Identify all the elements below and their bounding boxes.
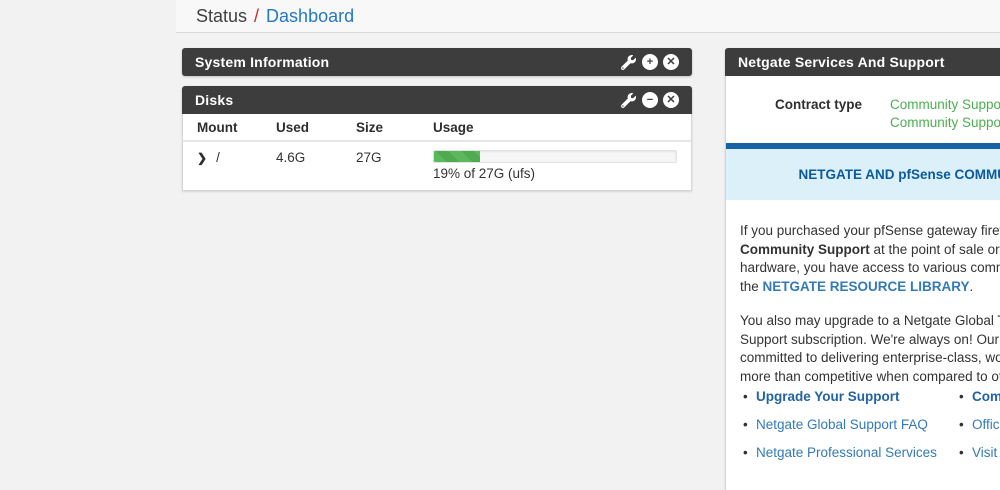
contract-type-row: Contract type Community Support Communit…	[726, 76, 1000, 143]
visit-web-site-link[interactable]: Visit our Web Site	[972, 445, 1000, 460]
disk-mount-value: /	[216, 150, 220, 165]
list-item: Official pfSense Training by Netgate	[956, 417, 1000, 432]
paragraph-line: hardware, you have access to various com…	[740, 259, 1000, 278]
minus-circle-icon[interactable]: −	[642, 92, 658, 108]
paragraph-line: Community Support at the point of sale o…	[740, 241, 1000, 260]
paragraph-line: Support subscription. We're always on! O…	[740, 331, 1000, 350]
support-links-right: Community Support Resources Official pfS…	[956, 389, 1000, 473]
disks-col-mount: Mount	[183, 114, 276, 141]
upgrade-your-support-link[interactable]: Upgrade Your Support	[756, 389, 900, 404]
disks-col-used: Used	[276, 114, 356, 141]
contract-type-value: Community Support	[890, 114, 1000, 132]
community-support-banner-text: NETGATE AND pfSense COMMUNITY SUPPORT	[798, 167, 1000, 182]
disks-panel: Disks − ✕ Mount Used Size Usage	[182, 86, 692, 191]
plus-circle-icon[interactable]: +	[642, 54, 658, 70]
list-item: Netgate Professional Services	[740, 445, 956, 460]
netgate-resource-library-link[interactable]: NETGATE RESOURCE LIBRARY	[763, 279, 970, 294]
disk-usage-caption: 19% of 27G (ufs)	[433, 166, 677, 181]
paragraph-line: more than competitive when compared to o…	[740, 368, 1000, 387]
wrench-icon[interactable]	[620, 54, 637, 71]
close-circle-icon[interactable]: ✕	[663, 54, 679, 70]
list-item: Visit our Web Site	[956, 445, 1000, 460]
disk-usage-bar-fill	[434, 151, 480, 162]
netgate-global-support-faq-link[interactable]: Netgate Global Support FAQ	[756, 417, 928, 432]
disk-usage-cell: 19% of 27G (ufs)	[433, 141, 691, 190]
netgate-support-panel: Netgate Services And Support Contract ty…	[725, 48, 1000, 490]
paragraph-line: If you purchased your pfSense gateway fi…	[740, 222, 1000, 241]
breadcrumb-section: Status	[196, 6, 247, 27]
paragraph-line: the NETGATE RESOURCE LIBRARY.	[740, 278, 1000, 297]
dashboard-left-column: System Information + ✕ Disks − ✕	[182, 48, 692, 191]
breadcrumb: Status / Dashboard	[176, 0, 1000, 33]
breadcrumb-page-link[interactable]: Dashboard	[266, 6, 354, 27]
netgate-professional-services-link[interactable]: Netgate Professional Services	[756, 445, 937, 460]
breadcrumb-separator: /	[254, 6, 259, 27]
disks-table: Mount Used Size Usage ❯/ 4.6G 27G	[183, 114, 691, 190]
paragraph-line: You also may upgrade to a Netgate Global…	[740, 312, 1000, 331]
disks-col-size: Size	[356, 114, 433, 141]
paragraph-line: committed to delivering enterprise-class…	[740, 349, 1000, 368]
paragraph-text: .	[970, 279, 974, 294]
support-links: Upgrade Your Support Netgate Global Supp…	[740, 389, 1000, 473]
support-paragraph-1: If you purchased your pfSense gateway fi…	[740, 222, 1000, 296]
support-paragraph-2: You also may upgrade to a Netgate Global…	[740, 312, 1000, 386]
list-item: Netgate Global Support FAQ	[740, 417, 956, 432]
list-item: Community Support Resources	[956, 389, 1000, 404]
list-item: Upgrade Your Support	[740, 389, 956, 404]
disks-panel-body: Mount Used Size Usage ❯/ 4.6G 27G	[182, 114, 692, 191]
table-row: ❯/ 4.6G 27G 19% of 27G (ufs)	[183, 141, 691, 190]
disk-mount-cell: ❯/	[183, 141, 276, 190]
close-circle-icon[interactable]: ✕	[663, 92, 679, 108]
wrench-icon[interactable]	[620, 92, 637, 109]
disks-header-icons: − ✕	[620, 92, 679, 109]
disks-title: Disks	[195, 92, 233, 108]
community-support-resources-link[interactable]: Community Support Resources	[972, 389, 1000, 404]
system-information-title: System Information	[195, 54, 329, 70]
bold-text: Community Support	[740, 242, 870, 257]
contract-type-values: Community Support Community Support	[890, 96, 1000, 132]
contract-type-label: Contract type	[740, 96, 862, 132]
disks-panel-header: Disks − ✕	[182, 86, 692, 114]
official-pfsense-training-link[interactable]: Official pfSense Training by Netgate	[972, 417, 1000, 432]
system-information-header-icons: + ✕	[620, 54, 679, 71]
netgate-panel-body: Contract type Community Support Communit…	[725, 76, 1000, 490]
system-information-panel-header: System Information + ✕	[182, 48, 692, 76]
netgate-panel-header: Netgate Services And Support	[725, 48, 1000, 76]
chevron-right-icon[interactable]: ❯	[197, 151, 207, 165]
contract-type-value: Community Support	[890, 96, 1000, 114]
disk-usage-bar	[433, 150, 677, 163]
paragraph-text: at the point of sale or installed	[870, 242, 1000, 257]
netgate-panel-title: Netgate Services And Support	[738, 54, 945, 70]
support-links-left: Upgrade Your Support Netgate Global Supp…	[740, 389, 956, 473]
disk-used-cell: 4.6G	[276, 141, 356, 190]
community-support-banner: NETGATE AND pfSense COMMUNITY SUPPORT	[726, 143, 1000, 200]
paragraph-text: the	[740, 279, 763, 294]
disks-col-usage: Usage	[433, 114, 691, 141]
disk-size-cell: 27G	[356, 141, 433, 190]
